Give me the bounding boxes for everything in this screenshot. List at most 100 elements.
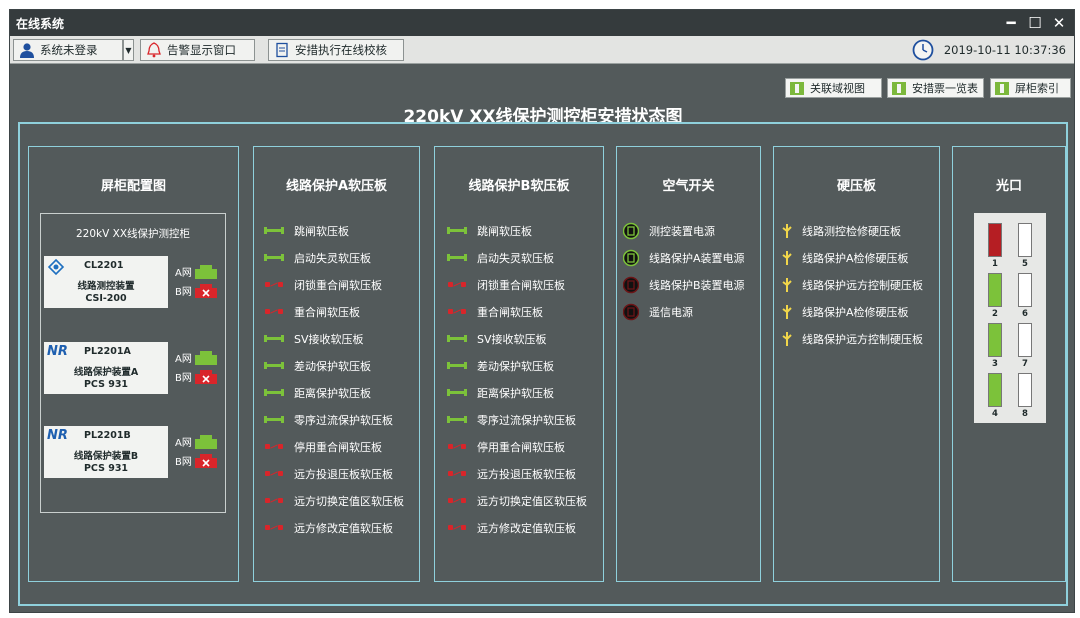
network-b-status: B网: [175, 453, 218, 468]
device-desc: 线路保护装置A: [73, 367, 139, 378]
plate-row[interactable]: 停用重合闸软压板: [435, 433, 603, 460]
login-dropdown[interactable]: ▼: [123, 39, 134, 61]
device-name: PL2201A: [84, 346, 131, 357]
plate-row[interactable]: 远方切换定值区软压板: [254, 487, 419, 514]
optical-port-number: 4: [992, 409, 998, 419]
plate-label: 远方修改定值软压板: [294, 521, 393, 535]
bell-icon: [147, 42, 161, 58]
device-model: PCS 931: [83, 463, 129, 474]
title-bar: 在线系统 ━ ☐ ✕: [10, 10, 1074, 36]
optical-port-2[interactable]: [988, 273, 1002, 307]
hard-plate-icon: [782, 223, 792, 238]
optical-port-7[interactable]: [1018, 323, 1032, 357]
plate-label: 跳闸软压板: [294, 224, 349, 238]
plate-row[interactable]: 跳闸软压板: [254, 217, 419, 244]
plate-closed-icon: [447, 335, 467, 342]
air-switch-row[interactable]: 遥信电源: [617, 298, 760, 325]
minimize-button[interactable]: ━: [1000, 12, 1022, 34]
plate-closed-icon: [447, 389, 467, 396]
cabinet-index-button[interactable]: 屏柜索引: [990, 78, 1071, 98]
hard-plate-row[interactable]: 线路保护远方控制硬压板: [774, 325, 939, 352]
optical-port-8[interactable]: [1018, 373, 1032, 407]
plate-row[interactable]: 重合闸软压板: [254, 298, 419, 325]
network-ok-icon: [194, 264, 217, 279]
air-switch-label: 线路保护B装置电源: [649, 278, 745, 292]
plate-row[interactable]: 零序过流保护软压板: [435, 406, 603, 433]
flag-icon: [790, 81, 804, 95]
air-switch-row[interactable]: 测控装置电源: [617, 217, 760, 244]
air-switch-list: 测控装置电源 线路保护A装置电源线路保护B装置电源遥信电源: [617, 217, 760, 325]
network-label: A网: [175, 438, 192, 449]
air-switch-row[interactable]: 线路保护B装置电源: [617, 271, 760, 298]
hard-plate-row[interactable]: 线路保护远方控制硬压板: [774, 271, 939, 298]
optical-port-4[interactable]: [988, 373, 1002, 407]
close-button[interactable]: ✕: [1048, 12, 1070, 34]
device-card[interactable]: NR PL2201B 线路保护装置B PCS 931: [44, 426, 168, 478]
optical-port-3[interactable]: [988, 323, 1002, 357]
plate-row[interactable]: 远方修改定值软压板: [435, 514, 603, 541]
optical-port-number: 6: [1022, 309, 1028, 319]
hard-plate-row[interactable]: 线路保护A检修硬压板: [774, 244, 939, 271]
plate-row[interactable]: 远方投退压板软压板: [254, 460, 419, 487]
alarm-window-button[interactable]: 告警显示窗口: [140, 39, 255, 61]
hard-plate-icon: [782, 277, 792, 292]
network-b-status: B网: [175, 369, 218, 384]
breaker-off-icon: [623, 276, 639, 293]
hard-plate-label: 线路保护远方控制硬压板: [802, 278, 923, 292]
plate-open-icon: [264, 497, 284, 505]
app-title: 在线系统: [16, 17, 65, 31]
clock-icon: [912, 39, 934, 61]
plate-row[interactable]: 停用重合闸软压板: [254, 433, 419, 460]
device-card[interactable]: CL2201 线路测控装置 CSI-200: [44, 256, 168, 308]
hard-plate-list: 线路测控检修硬压板 线路保护A检修硬压板 线路保护远方控制硬压板 线路保护A检修硬压板…: [774, 217, 939, 352]
network-label: B网: [175, 287, 192, 298]
plate-row[interactable]: 距离保护软压板: [435, 379, 603, 406]
plate-closed-icon: [447, 362, 467, 369]
plate-row[interactable]: 差动保护软压板: [435, 352, 603, 379]
hard-plate-row[interactable]: 线路保护A检修硬压板: [774, 298, 939, 325]
measure-list-label: 安措票一览表: [912, 82, 978, 95]
measure-check-button[interactable]: 安措执行在线校核: [268, 39, 404, 61]
air-switch-row[interactable]: 线路保护A装置电源: [617, 244, 760, 271]
plate-closed-icon: [264, 335, 284, 342]
user-icon: [20, 43, 34, 58]
plate-row[interactable]: 零序过流保护软压板: [254, 406, 419, 433]
nr-logo: NR: [47, 428, 68, 443]
plate-row[interactable]: 启动失灵软压板: [435, 244, 603, 271]
hard-plate-title: 硬压板: [836, 179, 876, 194]
plate-row[interactable]: 远方切换定值区软压板: [435, 487, 603, 514]
hard-plate-row[interactable]: 线路测控检修硬压板: [774, 217, 939, 244]
login-button[interactable]: 系统未登录: [13, 39, 123, 61]
optical-port-5[interactable]: [1018, 223, 1032, 257]
plate-row[interactable]: 闭锁重合闸软压板: [435, 271, 603, 298]
related-view-button[interactable]: 关联域视图: [785, 78, 882, 98]
flag-icon: [995, 81, 1009, 95]
hard-plate-panel: 硬压板 线路测控检修硬压板 线路保护A检修硬压板 线路保护远方控制硬压板 线路保护A检…: [773, 146, 940, 582]
measure-list-button[interactable]: 安措票一览表: [887, 78, 984, 98]
plate-row[interactable]: 远方投退压板软压板: [435, 460, 603, 487]
plate-row[interactable]: 差动保护软压板: [254, 352, 419, 379]
plate-row[interactable]: 距离保护软压板: [254, 379, 419, 406]
device-card[interactable]: NR PL2201A 线路保护装置A PCS 931: [44, 342, 168, 394]
soft-plate-a-title: 线路保护A软压板: [285, 179, 388, 194]
device-logo-icon: [47, 258, 65, 276]
air-switch-title: 空气开关: [662, 179, 715, 194]
cabinet-box-title: 220kV XX线保护测控柜: [75, 228, 191, 240]
optical-port-6[interactable]: [1018, 273, 1032, 307]
plate-row[interactable]: 重合闸软压板: [435, 298, 603, 325]
plate-row[interactable]: 启动失灵软压板: [254, 244, 419, 271]
device-desc: 线路测控装置: [77, 281, 135, 292]
plate-row[interactable]: SV接收软压板: [435, 325, 603, 352]
soft-plate-b-panel: 线路保护B软压板 跳闸软压板 启动失灵软压板 闭锁重合闸软压板 重合闸软压板 SV接收软…: [434, 146, 604, 582]
plate-closed-icon: [264, 416, 284, 423]
plate-row[interactable]: 远方修改定值软压板: [254, 514, 419, 541]
plate-row[interactable]: 闭锁重合闸软压板: [254, 271, 419, 298]
soft-plate-b-list: 跳闸软压板 启动失灵软压板 闭锁重合闸软压板 重合闸软压板 SV接收软压板 差动保护软压板…: [435, 217, 603, 541]
optical-port-number: 5: [1022, 259, 1028, 269]
plate-row[interactable]: SV接收软压板: [254, 325, 419, 352]
optical-port-1[interactable]: [988, 223, 1002, 257]
plate-row[interactable]: 跳闸软压板: [435, 217, 603, 244]
soft-plate-b-title: 线路保护B软压板: [468, 179, 570, 194]
maximize-button[interactable]: ☐: [1024, 12, 1046, 34]
plate-closed-icon: [264, 254, 284, 261]
